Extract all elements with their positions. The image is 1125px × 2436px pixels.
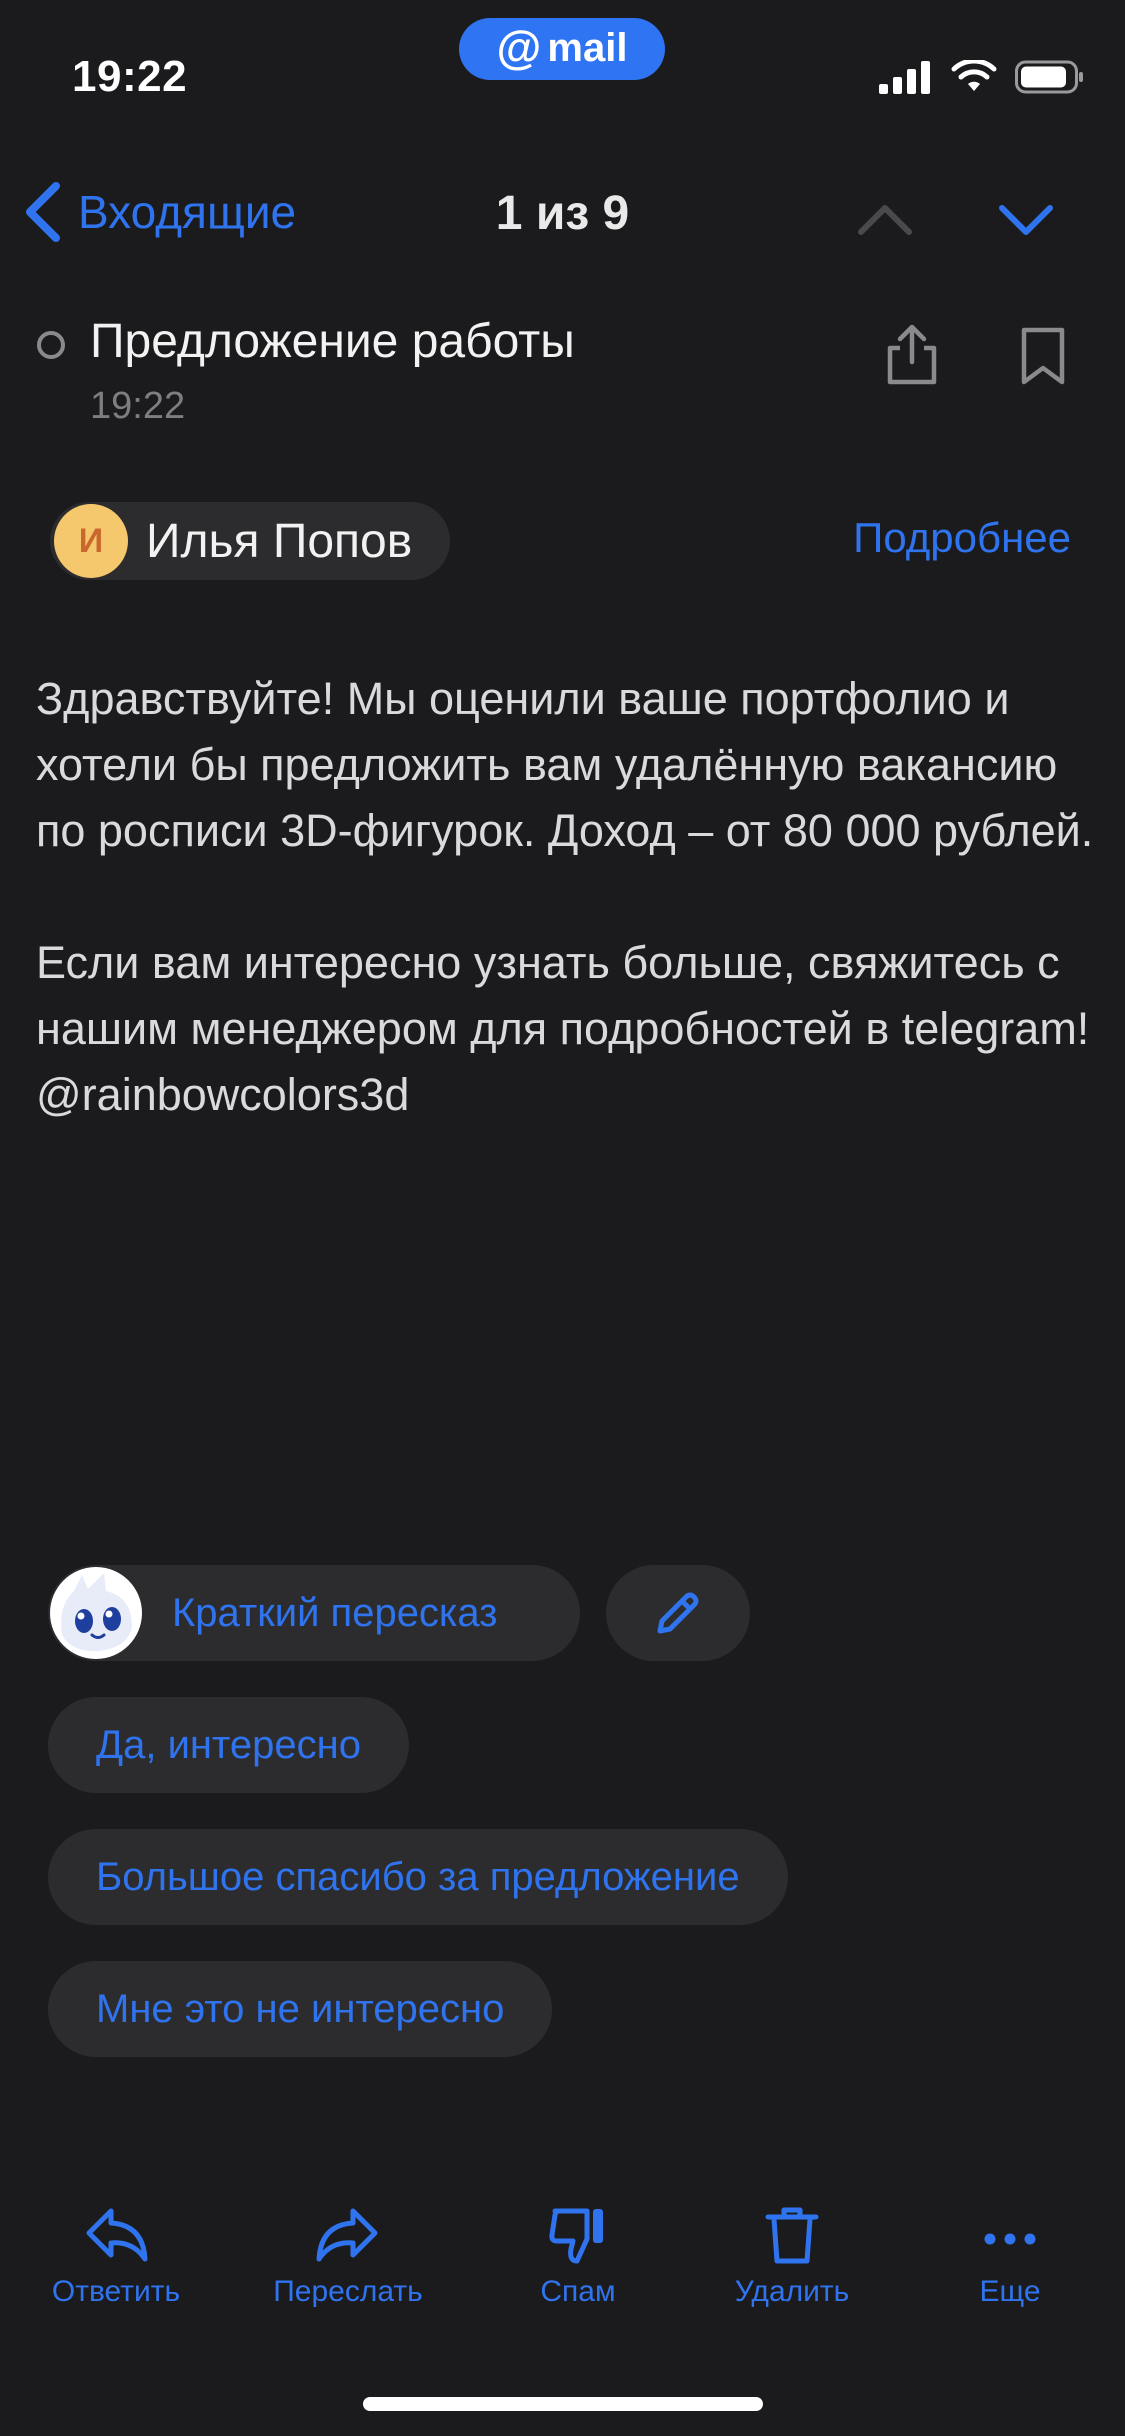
forward-button[interactable]: Переслать xyxy=(248,2205,448,2309)
bookmark-button[interactable] xyxy=(1016,326,1070,388)
mail-badge-label: mail xyxy=(547,25,628,70)
reply-icon xyxy=(86,2208,148,2262)
quick-reply-chip[interactable]: Мне это не интересно xyxy=(48,1961,553,2057)
summary-label: Краткий пересказ xyxy=(172,1590,498,1635)
ai-mascot-icon xyxy=(50,1567,142,1659)
sender-chip[interactable]: И Илья Попов xyxy=(50,502,451,580)
thumbs-down-icon xyxy=(549,2208,603,2264)
spam-label: Спам xyxy=(540,2275,616,2308)
sender-name: Илья Попов xyxy=(146,514,413,568)
delete-label: Удалить xyxy=(734,2275,850,2308)
summary-button[interactable]: Краткий пересказ xyxy=(48,1565,580,1661)
more-dots-icon xyxy=(984,2233,1036,2245)
battery-icon xyxy=(1015,60,1083,94)
status-time: 19:22 xyxy=(72,52,188,101)
back-to-inbox-button[interactable]: Входящие xyxy=(24,182,296,242)
at-icon: @ xyxy=(496,21,542,73)
previous-message-button[interactable] xyxy=(855,190,915,250)
forward-label: Переслать xyxy=(273,2275,423,2308)
message-body: Здравствуйте! Мы оценили ваше портфолио … xyxy=(36,666,1096,1128)
body-paragraph: Если вам интересно узнать больше, свяжит… xyxy=(36,937,1090,1120)
trash-icon xyxy=(765,2207,819,2264)
reply-button[interactable]: Ответить xyxy=(16,2205,216,2309)
forward-icon xyxy=(316,2208,378,2262)
chevron-up-icon xyxy=(858,205,912,235)
chevron-left-icon xyxy=(26,182,60,242)
next-message-button[interactable] xyxy=(996,190,1056,250)
share-icon xyxy=(887,324,937,385)
spam-button[interactable]: Спам xyxy=(478,2205,678,2309)
more-label: Еще xyxy=(979,2275,1041,2308)
details-link[interactable]: Подробнее xyxy=(853,514,1071,562)
share-button[interactable] xyxy=(882,322,942,388)
back-label: Входящие xyxy=(78,186,297,238)
chevron-down-icon xyxy=(999,205,1053,235)
signal-icon xyxy=(879,61,930,94)
compose-ai-button[interactable] xyxy=(606,1565,750,1661)
unread-toggle-icon[interactable] xyxy=(37,331,65,359)
bookmark-icon xyxy=(1021,327,1065,385)
wifi-icon xyxy=(951,60,997,91)
message-time: 19:22 xyxy=(90,385,186,427)
pencil-icon xyxy=(657,1592,699,1634)
mail-app-badge: @ mail xyxy=(459,18,665,80)
reply-label: Ответить xyxy=(51,2275,181,2308)
message-subject: Предложение работы xyxy=(90,315,575,368)
home-indicator[interactable] xyxy=(363,2397,763,2411)
avatar: И xyxy=(54,504,128,578)
delete-button[interactable]: Удалить xyxy=(692,2205,892,2309)
quick-reply-chip[interactable]: Да, интересно xyxy=(48,1697,409,1793)
more-button[interactable]: Еще xyxy=(910,2205,1110,2309)
status-icons xyxy=(879,60,1085,94)
quick-reply-chip[interactable]: Большое спасибо за предложение xyxy=(48,1829,788,1925)
body-paragraph: Здравствуйте! Мы оценили ваше портфолио … xyxy=(36,673,1094,856)
